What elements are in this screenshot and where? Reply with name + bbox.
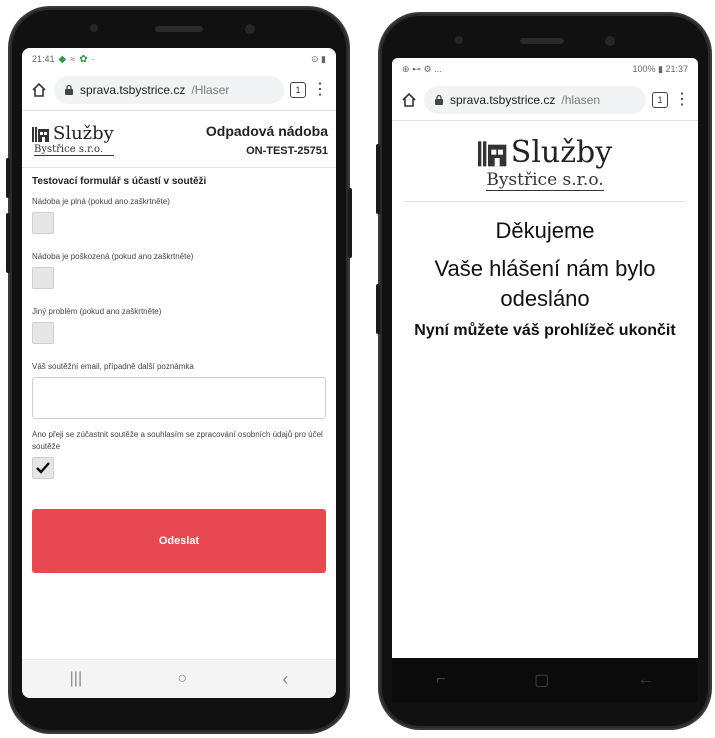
screen-right: ⊕ ⊷ ⚙ ... 100% ▮ 21:37 sprava.tsbystrice… <box>392 58 698 678</box>
report-form: Testovací formulář s účastí v soutěži Ná… <box>22 168 336 581</box>
bixby-button <box>376 144 380 214</box>
status-bar: ⊕ ⊷ ⚙ ... 100% ▮ 21:37 <box>392 58 698 80</box>
tab-switcher-button[interactable]: 1 <box>652 92 668 108</box>
overflow-menu-icon[interactable]: ⋮ <box>312 82 328 98</box>
container-title: Odpadová nádoba <box>205 123 328 139</box>
speaker <box>155 26 203 32</box>
app-icon: ✿ <box>79 53 88 65</box>
volume-button <box>6 213 10 273</box>
phone-left: 21:41 ◆ ≈ ✿ · ⊙ ▮ sprava.tsbystrice.cz/H… <box>6 8 352 732</box>
field-label-other: Jiný problém (pokud ano zaškrtněte) <box>32 307 162 316</box>
home-icon[interactable] <box>30 81 48 99</box>
status-time: 21:41 <box>32 54 55 64</box>
home-button[interactable]: ▢ <box>534 670 549 690</box>
overflow-menu-icon[interactable]: ⋮ <box>674 92 690 108</box>
thanks-heading: Děkujeme <box>495 218 595 243</box>
status-right-text: 100% ▮ 21:37 <box>632 63 689 74</box>
speaker <box>520 38 564 44</box>
back-button[interactable]: ‹ <box>282 669 288 690</box>
status-right-icons: ⊙ ▮ <box>311 53 326 64</box>
checkbox-other[interactable] <box>32 322 54 344</box>
browser-toolbar: sprava.tsbystrice.cz/hlasen 1 ⋮ <box>392 80 698 121</box>
volume-button <box>6 158 10 198</box>
recents-button[interactable]: ⌐ <box>436 671 445 689</box>
logo-subtitle: Bystřice s.r.o. <box>486 170 604 191</box>
thanks-note: Nyní můžete váš prohlížeč ukončit <box>414 322 676 339</box>
container-code: ON-TEST-25751 <box>246 145 328 157</box>
power-button <box>348 188 352 258</box>
thanks-message: Vaše hlášení nám bylo odesláno <box>434 256 656 311</box>
checkbox-damaged[interactable] <box>32 267 54 289</box>
checkbox-consent[interactable] <box>32 457 54 479</box>
checkmark-icon <box>36 462 50 474</box>
address-bar[interactable]: sprava.tsbystrice.cz/Hlaser <box>54 76 284 104</box>
page-header: Služby Bystřice s.r.o. Odpadová nádoba O… <box>22 111 336 168</box>
back-button[interactable]: ← <box>638 671 654 689</box>
tab-switcher-button[interactable]: 1 <box>290 82 306 98</box>
url-domain: sprava.tsbystrice.cz <box>450 93 556 107</box>
logo-name: Služby <box>53 123 114 144</box>
field-label-email: Váš soutěžní email, případně další pozná… <box>32 362 194 371</box>
url-path: /Hlaser <box>191 83 230 97</box>
home-icon[interactable] <box>400 91 418 109</box>
submit-button[interactable]: Odeslat <box>32 509 326 573</box>
sensor <box>455 36 463 44</box>
status-left-icons: ⊕ ⊷ ⚙ ... <box>402 63 442 74</box>
android-nav-bar: ||| ○ ‹ <box>22 659 336 698</box>
status-bar: 21:41 ◆ ≈ ✿ · ⊙ ▮ <box>22 48 336 70</box>
url-path: /hlasen <box>561 93 601 107</box>
field-label-damaged: Nádoba je poškozená (pokud ano zaškrtnět… <box>32 252 194 261</box>
field-label-full: Nádoba je plná (pokud ano zaškrtněte) <box>32 197 170 206</box>
front-camera <box>245 24 255 34</box>
company-logo: Služby Bystřice s.r.o. <box>404 121 686 202</box>
lock-icon <box>65 84 73 95</box>
url-domain: sprava.tsbystrice.cz <box>80 83 186 97</box>
logo-name: Služby <box>510 135 613 170</box>
more-notifications-icon: · <box>91 54 95 64</box>
sensor <box>90 24 98 32</box>
address-bar[interactable]: sprava.tsbystrice.cz/hlasen <box>424 86 646 114</box>
consent-label: Ano přeji se zúčastnit soutěže a souhlas… <box>32 430 323 451</box>
company-logo: Služby Bystřice s.r.o. <box>32 123 114 156</box>
browser-toolbar: sprava.tsbystrice.cz/Hlaser 1 ⋮ <box>22 70 336 111</box>
front-camera <box>605 36 615 46</box>
lock-icon <box>435 94 443 105</box>
confirmation-message: Děkujeme Vaše hlášení nám bylo odesláno … <box>392 218 698 342</box>
email-note-input[interactable] <box>32 377 326 419</box>
notification-icon: ◆ <box>58 53 67 65</box>
logo-mark-icon <box>477 140 507 166</box>
wifi-icon: ≈ <box>70 54 76 64</box>
form-title: Testovací formulář s účastí v soutěži <box>32 176 207 187</box>
logo-mark-icon <box>32 126 49 142</box>
phone-right: ⊕ ⊷ ⚙ ... 100% ▮ 21:37 sprava.tsbystrice… <box>376 14 710 728</box>
volume-button <box>376 284 380 334</box>
android-nav-bar: ⌐ ▢ ← <box>392 658 698 702</box>
recents-button[interactable]: ||| <box>70 670 82 688</box>
screen-left: 21:41 ◆ ≈ ✿ · ⊙ ▮ sprava.tsbystrice.cz/H… <box>22 48 336 698</box>
checkbox-full[interactable] <box>32 212 54 234</box>
logo-subtitle: Bystřice s.r.o. <box>34 144 114 156</box>
home-button[interactable]: ○ <box>177 670 187 688</box>
